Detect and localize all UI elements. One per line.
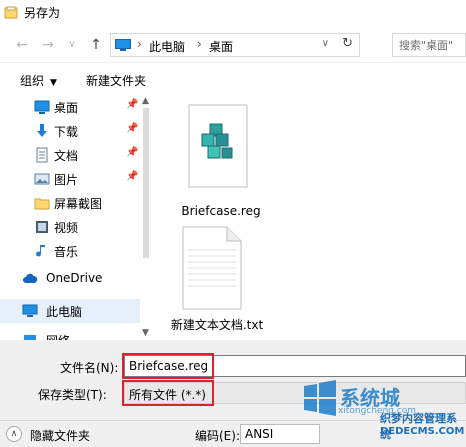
text-file-icon — [182, 226, 242, 310]
highlight-box — [122, 380, 214, 406]
pin-icon[interactable]: 📌 — [126, 99, 138, 110]
encoding-value: ANSI — [245, 427, 274, 441]
caret-down-icon: ▼ — [50, 78, 57, 88]
window-title: 另存为 — [24, 6, 61, 20]
encoding-label: 编码(E): — [195, 429, 240, 443]
sidebar-item-label: 网络 — [46, 332, 70, 340]
title-bar: 另存为 — [0, 0, 466, 30]
scroll-up-icon[interactable]: ▲ — [142, 96, 149, 106]
search-box[interactable] — [392, 33, 466, 57]
sidebar-item-onedrive[interactable]: OneDrive — [0, 267, 150, 291]
refresh-icon[interactable]: ↻ — [342, 36, 353, 51]
sidebar-item-this-pc[interactable]: 此电脑 — [0, 299, 150, 323]
organize-button[interactable]: 组织 ▼ — [20, 72, 57, 89]
collapse-chevron-icon[interactable]: ∧ — [6, 426, 22, 442]
organize-label: 组织 — [20, 74, 45, 88]
download-icon — [37, 124, 47, 137]
folder-icon — [34, 198, 50, 210]
sidebar-item-downloads[interactable]: 下载 📌 — [0, 119, 150, 143]
sidebar-item-label: 文档 — [54, 149, 79, 163]
breadcrumb-separator: › — [197, 37, 202, 51]
scroll-down-icon[interactable]: ▼ — [142, 328, 149, 338]
breadcrumb-separator: › — [137, 37, 142, 51]
music-icon — [36, 245, 45, 257]
file-name: 新建文本文档.txt — [170, 318, 264, 332]
sidebar-item-pictures[interactable]: 图片 📌 — [0, 167, 150, 191]
breadcrumb-desktop[interactable]: 桌面 — [209, 38, 233, 55]
desktop-icon — [34, 100, 50, 114]
hide-folders-button[interactable]: 隐藏文件夹 — [30, 427, 90, 444]
pin-icon[interactable]: 📌 — [126, 171, 138, 182]
pin-icon[interactable]: 📌 — [126, 147, 138, 158]
up-arrow-icon[interactable]: ↑ — [88, 37, 104, 53]
sidebar-item-documents[interactable]: 文档 📌 — [0, 143, 150, 167]
document-icon — [36, 147, 48, 163]
picture-icon — [34, 173, 50, 185]
sidebar-item-label: 屏幕截图 — [54, 197, 103, 211]
breadcrumb-this-pc[interactable]: 此电脑 — [149, 38, 185, 55]
network-icon — [24, 335, 36, 340]
address-bar: ← → ∨ ↑ › 此电脑 › 桌面 ∨ ↻ — [0, 30, 466, 62]
watermark-site-en: DEDECMS.COM — [380, 426, 465, 437]
command-toolbar: 组织 ▼ 新建文件夹 — [0, 62, 466, 94]
address-path-box[interactable]: › 此电脑 › 桌面 ∨ ↻ — [110, 33, 360, 57]
sidebar-item-videos[interactable]: 视频 — [0, 215, 150, 239]
sidebar-item-screenshots[interactable]: 屏幕截图 — [0, 191, 150, 215]
recent-chevron-icon[interactable]: ∨ — [64, 37, 80, 53]
filetype-label: 保存类型(T): — [38, 388, 107, 402]
highlight-box — [122, 353, 214, 379]
back-arrow-icon[interactable]: ← — [14, 37, 30, 53]
sidebar-scrollbar[interactable]: ▲ ▼ — [140, 94, 152, 340]
sidebar-item-desktop[interactable]: 桌面 📌 — [0, 95, 150, 119]
sidebar-item-label: 下载 — [54, 125, 79, 139]
sidebar-item-network[interactable]: 网络 — [0, 328, 150, 340]
file-name: Briefcase.reg — [181, 204, 261, 218]
address-dropdown-icon[interactable]: ∨ — [322, 38, 329, 49]
file-list: Briefcase.reg 新建文本文档.txt — [152, 94, 466, 340]
scrollbar-thumb[interactable] — [143, 108, 149, 258]
watermark: 系统城 xitongcheng.com 织梦内容管理系统 DEDECMS.COM — [300, 376, 466, 447]
computer-icon — [115, 39, 131, 51]
computer-icon — [22, 304, 38, 317]
save-dialog-icon — [4, 6, 18, 19]
sidebar-item-label: 视频 — [54, 221, 79, 235]
cloud-icon — [23, 273, 38, 283]
forward-arrow-icon[interactable]: → — [40, 37, 56, 53]
filename-label: 文件名(N): — [60, 361, 119, 375]
sidebar-item-label: 桌面 — [54, 101, 79, 115]
pin-icon[interactable]: 📌 — [126, 123, 138, 134]
navigation-pane: 桌面 📌 下载 📌 文档 📌 图片 📌 屏幕截图 视频 音乐 OneDrive … — [0, 94, 152, 340]
registry-file-icon — [188, 104, 248, 188]
search-input[interactable] — [393, 34, 465, 56]
sidebar-item-label: 此电脑 — [46, 305, 83, 319]
sidebar-item-label: 音乐 — [54, 245, 79, 259]
sidebar-item-label: 图片 — [54, 173, 79, 187]
windows-logo-icon — [304, 380, 336, 416]
new-folder-button[interactable]: 新建文件夹 — [86, 72, 146, 89]
sidebar-item-label: OneDrive — [46, 271, 103, 285]
sidebar-item-music[interactable]: 音乐 — [0, 239, 150, 263]
video-icon — [36, 221, 48, 233]
